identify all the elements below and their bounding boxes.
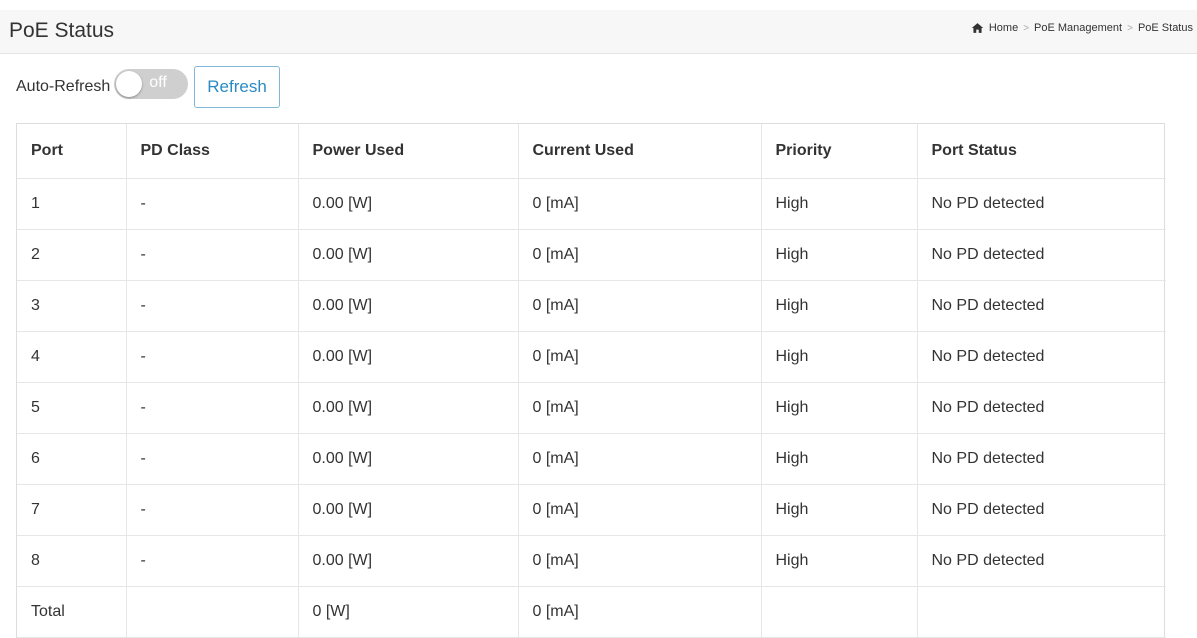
breadcrumb-poe-management-link[interactable]: PoE Management — [1034, 22, 1122, 34]
auto-refresh-toggle[interactable]: off — [114, 69, 189, 99]
table-row: 1 - 0.00 [W] 0 [mA] High No PD detected — [17, 178, 1166, 230]
cell-current-used: 0 [mA] — [518, 382, 762, 434]
cell-priority: High — [761, 433, 918, 485]
cell-total-label: Total — [17, 586, 127, 638]
cell-pd-class: - — [126, 484, 299, 536]
toolbar: Auto-Refresh off Refresh — [16, 66, 280, 108]
table-row: 7 - 0.00 [W] 0 [mA] High No PD detected — [17, 484, 1166, 536]
cell-power-used: 0.00 [W] — [298, 535, 519, 587]
cell-port-status: No PD detected — [917, 331, 1166, 383]
cell-priority: High — [761, 484, 918, 536]
refresh-button[interactable]: Refresh — [194, 66, 280, 108]
toggle-knob — [116, 71, 143, 97]
cell-port: 5 — [17, 382, 127, 434]
column-header-port-status: Port Status — [917, 124, 1166, 179]
cell-port: 1 — [17, 178, 127, 230]
breadcrumb-separator: > — [1023, 22, 1030, 34]
cell-current-used: 0 [mA] — [518, 484, 762, 536]
cell-power-used: 0.00 [W] — [298, 484, 519, 536]
cell-priority — [761, 586, 918, 638]
breadcrumb-home-link[interactable]: Home — [989, 22, 1018, 34]
table-row: 2 - 0.00 [W] 0 [mA] High No PD detected — [17, 229, 1166, 281]
column-header-current-used: Current Used — [518, 124, 762, 179]
column-header-priority: Priority — [761, 124, 918, 179]
cell-total-current: 0 [mA] — [518, 586, 762, 638]
cell-priority: High — [761, 178, 918, 230]
cell-port: 2 — [17, 229, 127, 281]
cell-port: 8 — [17, 535, 127, 587]
page-title: PoE Status — [9, 19, 115, 42]
poe-status-table: Port PD Class Power Used Current Used Pr… — [16, 123, 1166, 638]
table-header-row: Port PD Class Power Used Current Used Pr… — [17, 124, 1166, 179]
home-icon — [971, 23, 984, 33]
cell-priority: High — [761, 535, 918, 587]
cell-current-used: 0 [mA] — [518, 535, 762, 587]
cell-priority: High — [761, 331, 918, 383]
cell-total-power: 0 [W] — [298, 586, 519, 638]
column-header-power-used: Power Used — [298, 124, 519, 179]
cell-port-status: No PD detected — [917, 280, 1166, 332]
cell-power-used: 0.00 [W] — [298, 331, 519, 383]
cell-port-status: No PD detected — [917, 178, 1166, 230]
cell-port-status: No PD detected — [917, 382, 1166, 434]
cell-port-status: No PD detected — [917, 535, 1166, 587]
cell-priority: High — [761, 229, 918, 281]
cell-port-status — [917, 586, 1166, 638]
toggle-state-label: off — [149, 74, 167, 91]
cell-pd-class: - — [126, 382, 299, 434]
cell-power-used: 0.00 [W] — [298, 178, 519, 230]
cell-pd-class: - — [126, 280, 299, 332]
cell-port-status: No PD detected — [917, 484, 1166, 536]
cell-power-used: 0.00 [W] — [298, 433, 519, 485]
table-row: 3 - 0.00 [W] 0 [mA] High No PD detected — [17, 280, 1166, 332]
cell-priority: High — [761, 280, 918, 332]
table-row: 4 - 0.00 [W] 0 [mA] High No PD detected — [17, 331, 1166, 383]
cell-pd-class: - — [126, 178, 299, 230]
cell-power-used: 0.00 [W] — [298, 280, 519, 332]
cell-port: 6 — [17, 433, 127, 485]
cell-port: 4 — [17, 331, 127, 383]
cell-current-used: 0 [mA] — [518, 229, 762, 281]
table-row: 6 - 0.00 [W] 0 [mA] High No PD detected — [17, 433, 1166, 485]
cell-power-used: 0.00 [W] — [298, 229, 519, 281]
breadcrumb: Home > PoE Management > PoE Status — [971, 22, 1193, 34]
cell-current-used: 0 [mA] — [518, 433, 762, 485]
table-row: 5 - 0.00 [W] 0 [mA] High No PD detected — [17, 382, 1166, 434]
cell-port: 3 — [17, 280, 127, 332]
column-header-pd-class: PD Class — [126, 124, 299, 179]
cell-pd-class: - — [126, 331, 299, 383]
table-total-row: Total 0 [W] 0 [mA] — [17, 586, 1166, 638]
column-header-port: Port — [17, 124, 127, 179]
cell-port-status: No PD detected — [917, 229, 1166, 281]
cell-pd-class: - — [126, 535, 299, 587]
breadcrumb-current: PoE Status — [1137, 22, 1193, 34]
cell-current-used: 0 [mA] — [518, 331, 762, 383]
table-row: 8 - 0.00 [W] 0 [mA] High No PD detected — [17, 535, 1166, 587]
auto-refresh-label: Auto-Refresh — [16, 78, 111, 95]
cell-power-used: 0.00 [W] — [298, 382, 519, 434]
cell-current-used: 0 [mA] — [518, 178, 762, 230]
cell-pd-class — [126, 586, 299, 638]
breadcrumb-separator: > — [1127, 22, 1133, 34]
cell-port-status: No PD detected — [917, 433, 1166, 485]
cell-priority: High — [761, 382, 918, 434]
cell-pd-class: - — [126, 229, 299, 281]
cell-port: 7 — [17, 484, 127, 536]
cell-current-used: 0 [mA] — [518, 280, 762, 332]
page-header: PoE Status Home > PoE Management > PoE S… — [0, 10, 1197, 54]
cell-pd-class: - — [126, 433, 299, 485]
